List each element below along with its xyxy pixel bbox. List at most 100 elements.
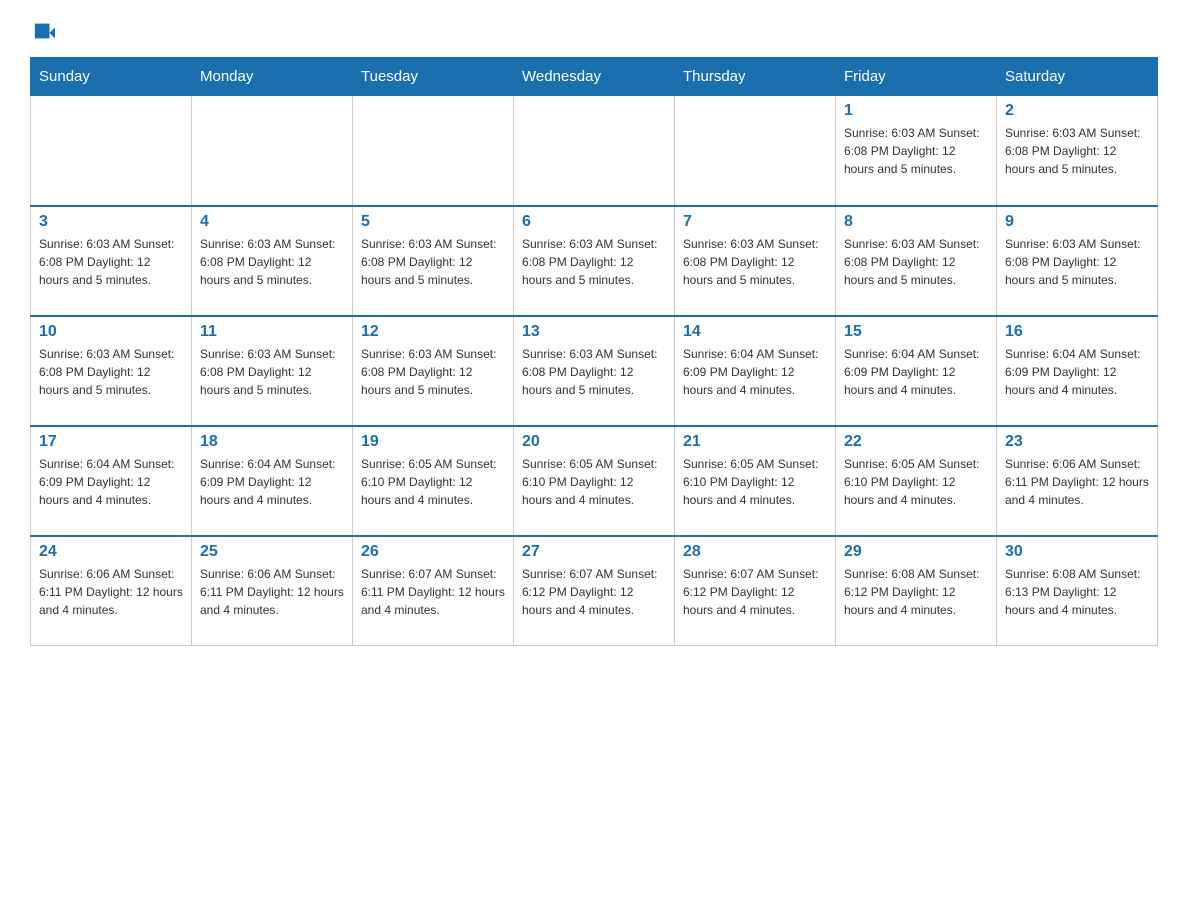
calendar-cell: 24 Sunrise: 6:06 AM Sunset: 6:11 PM Dayli… — [31, 536, 192, 646]
calendar-cell: 7 Sunrise: 6:03 AM Sunset: 6:08 PM Daylig… — [675, 206, 836, 316]
calendar-cell: 8 Sunrise: 6:03 AM Sunset: 6:08 PM Daylig… — [836, 206, 997, 316]
calendar-cell: 30 Sunrise: 6:08 AM Sunset: 6:13 PM Dayli… — [997, 536, 1158, 646]
day-info: Sunrise: 6:03 AM Sunset: 6:08 PM Dayligh… — [361, 235, 505, 289]
day-info: Sunrise: 6:07 AM Sunset: 6:12 PM Dayligh… — [522, 565, 666, 619]
day-number: 18 — [200, 433, 344, 451]
day-info: Sunrise: 6:03 AM Sunset: 6:08 PM Dayligh… — [683, 235, 827, 289]
calendar-cell: 25 Sunrise: 6:06 AM Sunset: 6:11 PM Dayli… — [192, 536, 353, 646]
calendar-cell: 14 Sunrise: 6:04 AM Sunset: 6:09 PM Dayli… — [675, 316, 836, 426]
day-number: 5 — [361, 213, 505, 231]
calendar-cell: 5 Sunrise: 6:03 AM Sunset: 6:08 PM Daylig… — [353, 206, 514, 316]
day-number: 21 — [683, 433, 827, 451]
day-info: Sunrise: 6:03 AM Sunset: 6:08 PM Dayligh… — [39, 345, 183, 399]
week-row-2: 3 Sunrise: 6:03 AM Sunset: 6:08 PM Daylig… — [31, 206, 1158, 316]
calendar-cell: 2Sunrise: 6:03 AM Sunset: 6:08 PM Daylig… — [997, 96, 1158, 206]
header-sunday: Sunday — [31, 58, 192, 96]
day-number: 2 — [1005, 102, 1149, 120]
calendar-cell: 12 Sunrise: 6:03 AM Sunset: 6:08 PM Dayli… — [353, 316, 514, 426]
calendar-cell: 10 Sunrise: 6:03 AM Sunset: 6:08 PM Dayli… — [31, 316, 192, 426]
calendar-cell: 28Sunrise: 6:07 AM Sunset: 6:12 PM Dayli… — [675, 536, 836, 646]
day-number: 17 — [39, 433, 183, 451]
day-number: 22 — [844, 433, 988, 451]
day-info: Sunrise: 6:06 AM Sunset: 6:11 PM Dayligh… — [200, 565, 344, 619]
day-number: 12 — [361, 323, 505, 341]
day-info: Sunrise: 6:04 AM Sunset: 6:09 PM Dayligh… — [844, 345, 988, 399]
header-thursday: Thursday — [675, 58, 836, 96]
day-info: Sunrise: 6:08 AM Sunset: 6:12 PM Dayligh… — [844, 565, 988, 619]
day-number: 11 — [200, 323, 344, 341]
day-info: Sunrise: 6:03 AM Sunset: 6:08 PM Dayligh… — [844, 124, 988, 178]
week-row-1: 1 Sunrise: 6:03 AM Sunset: 6:08 PM Daylig… — [31, 96, 1158, 206]
calendar-cell: 6 Sunrise: 6:03 AM Sunset: 6:08 PM Daylig… — [514, 206, 675, 316]
day-number: 1 — [844, 102, 988, 120]
day-info: Sunrise: 6:05 AM Sunset: 6:10 PM Dayligh… — [522, 455, 666, 509]
header-monday: Monday — [192, 58, 353, 96]
calendar-cell: 17 Sunrise: 6:04 AM Sunset: 6:09 PM Dayli… — [31, 426, 192, 536]
header-tuesday: Tuesday — [353, 58, 514, 96]
day-info: Sunrise: 6:03 AM Sunset: 6:08 PM Dayligh… — [200, 235, 344, 289]
calendar-cell: 22 Sunrise: 6:05 AM Sunset: 6:10 PM Dayli… — [836, 426, 997, 536]
calendar-cell: 1 Sunrise: 6:03 AM Sunset: 6:08 PM Daylig… — [836, 96, 997, 206]
day-info: Sunrise: 6:07 AM Sunset: 6:12 PM Dayligh… — [683, 565, 827, 619]
day-number: 15 — [844, 323, 988, 341]
day-info: Sunrise: 6:04 AM Sunset: 6:09 PM Dayligh… — [1005, 345, 1149, 399]
page-header — [30, 20, 1158, 47]
calendar-cell: 26Sunrise: 6:07 AM Sunset: 6:11 PM Dayli… — [353, 536, 514, 646]
calendar-cell: 27 Sunrise: 6:07 AM Sunset: 6:12 PM Dayli… — [514, 536, 675, 646]
day-number: 7 — [683, 213, 827, 231]
calendar-cell — [353, 96, 514, 206]
day-number: 16 — [1005, 323, 1149, 341]
day-info: Sunrise: 6:04 AM Sunset: 6:09 PM Dayligh… — [39, 455, 183, 509]
day-number: 29 — [844, 543, 988, 561]
day-info: Sunrise: 6:03 AM Sunset: 6:08 PM Dayligh… — [200, 345, 344, 399]
calendar-cell: 21Sunrise: 6:05 AM Sunset: 6:10 PM Dayli… — [675, 426, 836, 536]
day-number: 20 — [522, 433, 666, 451]
calendar-cell — [31, 96, 192, 206]
calendar-cell: 18 Sunrise: 6:04 AM Sunset: 6:09 PM Dayli… — [192, 426, 353, 536]
day-info: Sunrise: 6:03 AM Sunset: 6:08 PM Dayligh… — [361, 345, 505, 399]
calendar-cell: 11 Sunrise: 6:03 AM Sunset: 6:08 PM Dayli… — [192, 316, 353, 426]
day-number: 10 — [39, 323, 183, 341]
header-friday: Friday — [836, 58, 997, 96]
week-row-5: 24 Sunrise: 6:06 AM Sunset: 6:11 PM Dayli… — [31, 536, 1158, 646]
logo — [30, 20, 55, 47]
day-number: 6 — [522, 213, 666, 231]
day-number: 25 — [200, 543, 344, 561]
day-info: Sunrise: 6:05 AM Sunset: 6:10 PM Dayligh… — [844, 455, 988, 509]
calendar-cell: 29 Sunrise: 6:08 AM Sunset: 6:12 PM Dayli… — [836, 536, 997, 646]
header-wednesday: Wednesday — [514, 58, 675, 96]
day-info: Sunrise: 6:06 AM Sunset: 6:11 PM Dayligh… — [1005, 455, 1149, 509]
calendar-cell: 20 Sunrise: 6:05 AM Sunset: 6:10 PM Dayli… — [514, 426, 675, 536]
day-number: 4 — [200, 213, 344, 231]
calendar-cell: 16 Sunrise: 6:04 AM Sunset: 6:09 PM Dayli… — [997, 316, 1158, 426]
calendar-cell: 23 Sunrise: 6:06 AM Sunset: 6:11 PM Dayli… — [997, 426, 1158, 536]
day-number: 14 — [683, 323, 827, 341]
day-number: 3 — [39, 213, 183, 231]
day-info: Sunrise: 6:06 AM Sunset: 6:11 PM Dayligh… — [39, 565, 183, 619]
week-row-4: 17 Sunrise: 6:04 AM Sunset: 6:09 PM Dayli… — [31, 426, 1158, 536]
day-number: 23 — [1005, 433, 1149, 451]
day-number: 13 — [522, 323, 666, 341]
day-info: Sunrise: 6:03 AM Sunset: 6:08 PM Dayligh… — [844, 235, 988, 289]
weekday-header-row: Sunday Monday Tuesday Wednesday Thursday… — [31, 58, 1158, 96]
day-info: Sunrise: 6:04 AM Sunset: 6:09 PM Dayligh… — [683, 345, 827, 399]
day-number: 19 — [361, 433, 505, 451]
header-saturday: Saturday — [997, 58, 1158, 96]
day-number: 26 — [361, 543, 505, 561]
day-info: Sunrise: 6:04 AM Sunset: 6:09 PM Dayligh… — [200, 455, 344, 509]
day-info: Sunrise: 6:08 AM Sunset: 6:13 PM Dayligh… — [1005, 565, 1149, 619]
logo-arrow-icon — [33, 20, 55, 47]
day-number: 24 — [39, 543, 183, 561]
day-info: Sunrise: 6:03 AM Sunset: 6:08 PM Dayligh… — [522, 235, 666, 289]
calendar-cell: 3 Sunrise: 6:03 AM Sunset: 6:08 PM Daylig… — [31, 206, 192, 316]
calendar-cell: 19Sunrise: 6:05 AM Sunset: 6:10 PM Dayli… — [353, 426, 514, 536]
day-info: Sunrise: 6:03 AM Sunset: 6:08 PM Dayligh… — [39, 235, 183, 289]
day-number: 27 — [522, 543, 666, 561]
day-number: 8 — [844, 213, 988, 231]
calendar-cell — [675, 96, 836, 206]
day-info: Sunrise: 6:03 AM Sunset: 6:08 PM Dayligh… — [522, 345, 666, 399]
day-info: Sunrise: 6:03 AM Sunset: 6:08 PM Dayligh… — [1005, 235, 1149, 289]
day-number: 30 — [1005, 543, 1149, 561]
calendar-cell: 9Sunrise: 6:03 AM Sunset: 6:08 PM Daylig… — [997, 206, 1158, 316]
calendar-cell: 15 Sunrise: 6:04 AM Sunset: 6:09 PM Dayli… — [836, 316, 997, 426]
